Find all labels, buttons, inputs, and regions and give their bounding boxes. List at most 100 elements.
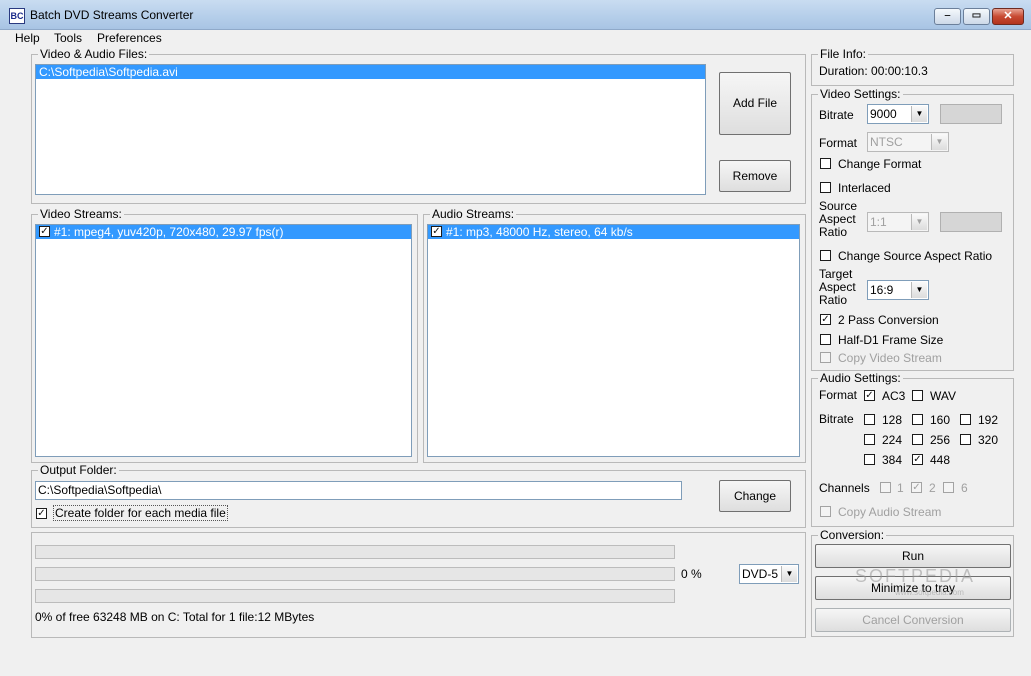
video-streams-list[interactable]: ✓ #1: mpeg4, yuv420p, 720x480, 29.97 fps…	[35, 224, 412, 457]
bitrate-value: 9000	[870, 107, 897, 121]
format-select[interactable]: NTSC ▼	[867, 132, 949, 152]
bitrate-128-checkbox[interactable]	[864, 414, 875, 425]
create-folder-checkbox[interactable]: ✓	[36, 508, 47, 519]
bitrate-384-checkbox[interactable]	[864, 454, 875, 465]
channel-6-checkbox[interactable]	[943, 482, 954, 493]
change-source-aspect-label: Change Source Aspect Ratio	[838, 249, 993, 263]
video-stream-checkbox[interactable]: ✓	[39, 226, 50, 237]
chevron-down-icon: ▼	[931, 134, 947, 150]
half-d1-label: Half-D1 Frame Size	[838, 333, 944, 347]
source-aspect-label: Source Aspect Ratio	[819, 200, 857, 239]
audio-stream-checkbox[interactable]: ✓	[431, 226, 442, 237]
bitrate-160-label: 160	[930, 413, 951, 427]
menu-preferences[interactable]: Preferences	[97, 31, 162, 45]
chevron-down-icon: ▼	[781, 566, 797, 582]
bitrate-192-checkbox[interactable]	[960, 414, 971, 425]
format-value: NTSC	[870, 135, 903, 149]
list-item[interactable]: ✓ #1: mp3, 48000 Hz, stereo, 64 kb/s	[428, 225, 799, 239]
source-aspect-select[interactable]: 1:1 ▼	[867, 212, 929, 232]
watermark-url: www.softpedia.com	[895, 588, 964, 597]
menu-tools[interactable]: Tools	[54, 31, 82, 45]
menu-help[interactable]: Help	[15, 31, 40, 45]
video-stream-label: #1: mpeg4, yuv420p, 720x480, 29.97 fps(r…	[54, 225, 284, 239]
bitrate-448-checkbox[interactable]: ✓	[912, 454, 923, 465]
half-d1-checkbox[interactable]	[820, 334, 831, 345]
bitrate-384-label: 384	[882, 453, 903, 467]
wav-checkbox[interactable]	[912, 390, 923, 401]
files-list[interactable]: C:\Softpedia\Softpedia.avi	[35, 64, 706, 195]
ac3-label: AC3	[882, 389, 906, 403]
create-folder-label[interactable]: Create folder for each media file	[53, 505, 228, 521]
file-info-legend: File Info:	[820, 47, 867, 61]
interlaced-label: Interlaced	[838, 181, 891, 195]
ac3-checkbox[interactable]: ✓	[864, 390, 875, 401]
bitrate-custom-input	[940, 104, 1002, 124]
audio-streams-list[interactable]: ✓ #1: mp3, 48000 Hz, stereo, 64 kb/s	[427, 224, 800, 457]
channel-1-checkbox[interactable]	[880, 482, 891, 493]
bitrate-224-label: 224	[882, 433, 903, 447]
bitrate-128-label: 128	[882, 413, 903, 427]
two-pass-checkbox[interactable]: ✓	[820, 314, 831, 325]
chevron-down-icon: ▼	[911, 282, 927, 298]
audio-streams-legend: Audio Streams:	[432, 207, 515, 221]
bitrate-256-checkbox[interactable]	[912, 434, 923, 445]
bitrate-224-checkbox[interactable]	[864, 434, 875, 445]
channel-6-label: 6	[961, 481, 968, 495]
copy-video-checkbox[interactable]	[820, 352, 831, 363]
target-aspect-value: 16:9	[870, 283, 894, 297]
bitrate-label: Bitrate	[819, 108, 854, 122]
list-item[interactable]: ✓ #1: mpeg4, yuv420p, 720x480, 29.97 fps…	[36, 225, 411, 239]
copy-video-label: Copy Video Stream	[838, 351, 942, 365]
format-label: Format	[819, 136, 858, 150]
disc-type-select[interactable]: DVD-5 ▼	[739, 564, 799, 584]
target-aspect-label-line3: Ratio	[819, 293, 848, 307]
target-aspect-select[interactable]: 16:9 ▼	[867, 280, 929, 300]
bitrate-select[interactable]: 9000 ▼	[867, 104, 929, 124]
two-pass-label: 2 Pass Conversion	[838, 313, 939, 327]
audio-format-label: Format	[819, 388, 858, 402]
copy-audio-checkbox[interactable]	[820, 506, 831, 517]
audio-bitrate-label: Bitrate	[819, 412, 854, 426]
channel-2-label: 2	[929, 481, 936, 495]
remove-button[interactable]: Remove	[719, 160, 791, 192]
maximize-window-button[interactable]: ▭	[963, 8, 990, 25]
progress-bar-3	[35, 589, 675, 603]
files-legend: Video & Audio Files:	[40, 47, 148, 61]
disc-type-value: DVD-5	[742, 567, 779, 581]
audio-settings-legend: Audio Settings:	[820, 371, 901, 385]
output-folder-legend: Output Folder:	[40, 463, 117, 477]
source-aspect-value: 1:1	[870, 215, 887, 229]
app-icon: BC	[9, 8, 25, 24]
output-folder-input[interactable]: C:\Softpedia\Softpedia\	[35, 481, 682, 500]
channel-1-label: 1	[897, 481, 904, 495]
channel-2-checkbox[interactable]: ✓	[911, 482, 922, 493]
close-window-button[interactable]: ✕	[992, 8, 1024, 25]
interlaced-checkbox[interactable]	[820, 182, 831, 193]
progress-bar-2	[35, 567, 675, 581]
change-folder-button[interactable]: Change	[719, 480, 791, 512]
copy-audio-label: Copy Audio Stream	[838, 505, 942, 519]
run-button[interactable]: Run	[815, 544, 1011, 568]
conversion-legend: Conversion:	[820, 528, 885, 542]
change-format-label: Change Format	[838, 157, 922, 171]
bitrate-320-label: 320	[978, 433, 999, 447]
minimize-window-button[interactable]: ‒	[934, 8, 961, 25]
bitrate-320-checkbox[interactable]	[960, 434, 971, 445]
percent-text: 0 %	[681, 567, 702, 581]
wav-label: WAV	[930, 389, 956, 403]
window-title: Batch DVD Streams Converter	[30, 8, 194, 22]
bitrate-192-label: 192	[978, 413, 999, 427]
bitrate-160-checkbox[interactable]	[912, 414, 923, 425]
audio-stream-label: #1: mp3, 48000 Hz, stereo, 64 kb/s	[446, 225, 633, 239]
list-item[interactable]: C:\Softpedia\Softpedia.avi	[36, 65, 705, 79]
source-aspect-custom-input	[940, 212, 1002, 232]
channels-label: Channels	[819, 481, 870, 495]
change-source-aspect-checkbox[interactable]	[820, 250, 831, 261]
cancel-conversion-button[interactable]: Cancel Conversion	[815, 608, 1011, 632]
bitrate-448-label: 448	[930, 453, 951, 467]
change-format-checkbox[interactable]	[820, 158, 831, 169]
watermark-logo: SOFTPEDIA	[855, 566, 976, 586]
duration-text: Duration: 00:00:10.3	[819, 64, 928, 78]
chevron-down-icon: ▼	[911, 106, 927, 122]
add-file-button[interactable]: Add File	[719, 72, 791, 135]
